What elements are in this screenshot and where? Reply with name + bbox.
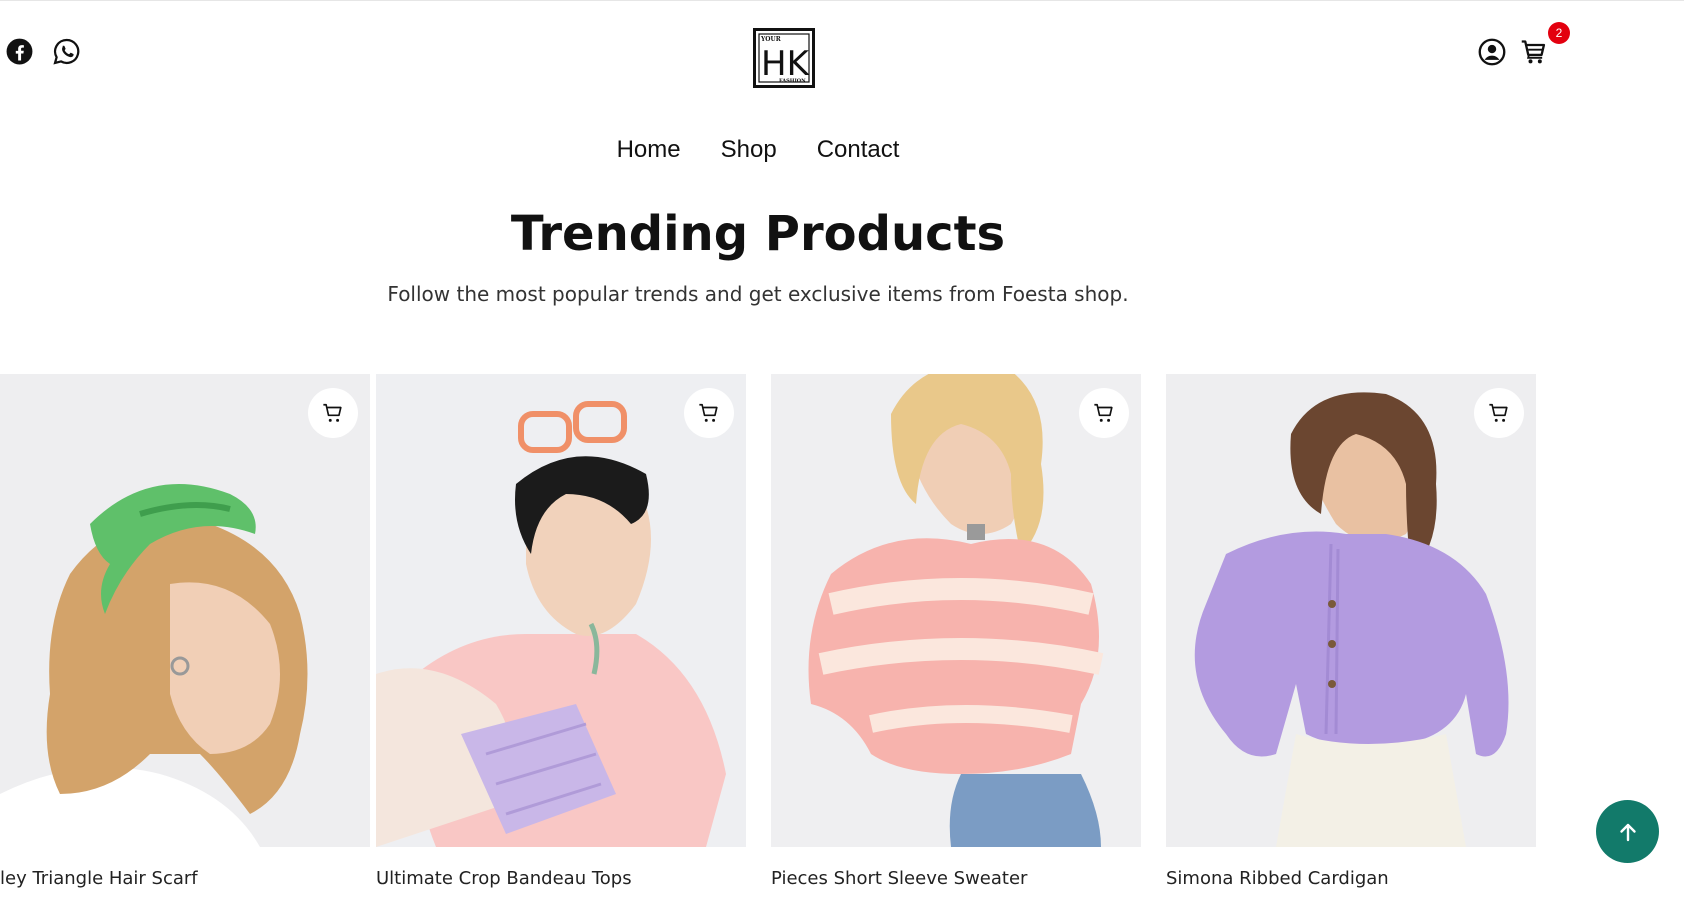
product-name[interactable]: Ultimate Crop Bandeau Tops [376, 868, 632, 889]
cart-icon [323, 403, 342, 422]
product-photo [0, 374, 370, 847]
add-to-cart-button[interactable] [308, 388, 358, 438]
product-card[interactable]: Ultimate Crop Bandeau Tops [376, 374, 746, 889]
product-card[interactable]: Simona Ribbed Cardigan [1166, 374, 1536, 889]
add-to-cart-button[interactable] [1474, 388, 1524, 438]
nav-item-shop[interactable]: Shop [721, 136, 777, 164]
header-actions: 2 [1478, 22, 1570, 66]
brand-logo[interactable]: YOUR HK FASHION [753, 28, 815, 88]
facebook-icon[interactable] [6, 38, 33, 65]
product-photo [376, 374, 746, 847]
add-to-cart-button[interactable] [684, 388, 734, 438]
cart-icon [1094, 403, 1113, 422]
section-title: Trending Products [510, 206, 1006, 262]
cart-button[interactable]: 2 [1520, 22, 1570, 66]
product-image[interactable] [1166, 374, 1536, 847]
top-border [0, 0, 1684, 1]
logo-top-text: YOUR [760, 36, 782, 43]
cart-icon [1521, 40, 1546, 64]
user-circle-icon[interactable] [1478, 38, 1506, 66]
cart-icon [1489, 403, 1508, 422]
cart-icon [699, 403, 718, 422]
scroll-to-top-button[interactable] [1596, 800, 1659, 863]
product-name[interactable]: Simona Ribbed Cardigan [1166, 868, 1389, 889]
main-nav: Home Shop Contact [0, 136, 1516, 164]
whatsapp-icon[interactable] [53, 38, 80, 65]
product-photo [771, 374, 1141, 847]
product-image[interactable] [0, 374, 370, 847]
product-card[interactable]: ley Triangle Hair Scarf [0, 374, 370, 889]
nav-item-contact[interactable]: Contact [817, 136, 900, 164]
social-links [6, 38, 80, 65]
product-image[interactable] [771, 374, 1141, 847]
arrow-up-icon [1619, 823, 1636, 841]
product-photo [1166, 374, 1536, 847]
product-name[interactable]: Pieces Short Sleeve Sweater [771, 868, 1027, 889]
product-card[interactable]: Pieces Short Sleeve Sweater [771, 374, 1141, 889]
cart-count-badge: 2 [1548, 22, 1570, 44]
logo-bottom-text: FASHION [779, 78, 806, 84]
product-name[interactable]: ley Triangle Hair Scarf [0, 868, 198, 889]
add-to-cart-button[interactable] [1079, 388, 1129, 438]
section-subtitle: Follow the most popular trends and get e… [387, 282, 1129, 306]
product-image[interactable] [376, 374, 746, 847]
nav-item-home[interactable]: Home [617, 136, 681, 164]
